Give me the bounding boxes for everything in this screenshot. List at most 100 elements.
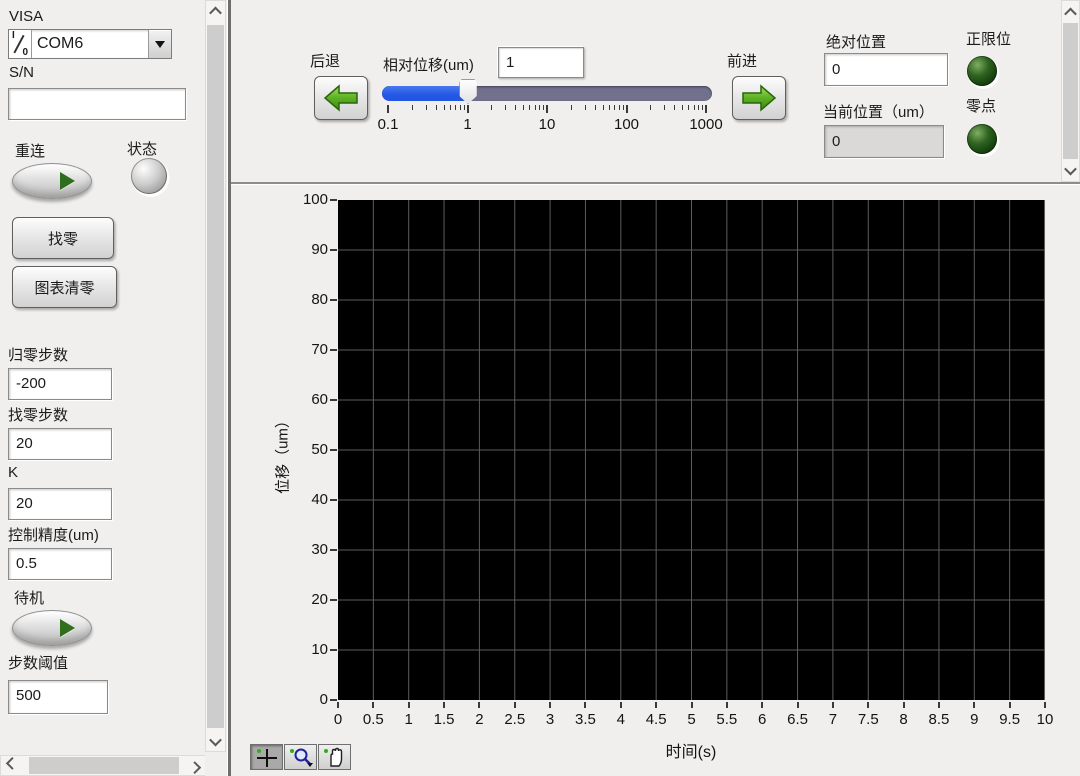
x-axis-tick — [1009, 702, 1011, 708]
slider-minor-tick — [682, 105, 683, 110]
slider-minor-tick — [702, 105, 703, 110]
x-axis-tick-label: 4.5 — [636, 711, 676, 728]
reconnect-label: 重连 — [15, 140, 45, 161]
slider-major-tick — [387, 105, 389, 113]
zero-return-steps-label: 归零步数 — [8, 344, 68, 365]
slider-minor-tick — [688, 105, 689, 110]
graph-palette-pan-button[interactable] — [318, 744, 351, 770]
visa-resource-combo[interactable]: I 0 COM6 — [8, 29, 172, 59]
plot-area — [338, 200, 1045, 700]
slider-minor-tick — [436, 105, 437, 110]
scroll-right-button[interactable] — [185, 756, 205, 775]
slider-minor-tick — [571, 105, 572, 110]
step-threshold-field[interactable]: 500 — [8, 680, 108, 714]
toggle-arrow-icon — [60, 172, 75, 190]
k-field[interactable]: 20 — [8, 488, 112, 520]
graph-palette-crosshair-button[interactable] — [250, 744, 283, 770]
positive-limit-label: 正限位 — [966, 28, 1011, 49]
slider-minor-tick — [674, 105, 675, 110]
forward-button[interactable] — [732, 76, 786, 120]
chevron-up-icon — [209, 6, 222, 19]
visa-dropdown-button[interactable] — [148, 30, 171, 58]
scroll-up-button[interactable] — [206, 1, 225, 21]
green-arrow-right-icon — [741, 84, 777, 112]
slider-minor-tick — [535, 105, 536, 110]
slider-minor-tick — [614, 105, 615, 110]
slider-fill — [382, 86, 468, 101]
absolute-position-field[interactable]: 0 — [824, 53, 948, 86]
left-vertical-scrollbar[interactable] — [205, 0, 226, 752]
current-position-label: 当前位置（um） — [823, 101, 934, 122]
x-axis-tick — [655, 702, 657, 708]
slider-major-tick — [705, 105, 707, 113]
zero-return-steps-field[interactable]: -200 — [8, 368, 112, 400]
relative-displacement-value[interactable]: 1 — [498, 47, 584, 78]
chart-clear-button[interactable]: 图表清零 — [12, 266, 117, 308]
x-axis-tick — [372, 702, 374, 708]
x-axis-tick-label: 8 — [884, 711, 924, 728]
visa-label: VISA — [9, 8, 43, 25]
forward-label: 前进 — [727, 50, 757, 71]
slider-minor-tick — [698, 105, 699, 110]
absolute-position-label: 绝对位置 — [826, 31, 886, 52]
top-panel-vertical-scrollbar[interactable] — [1061, 0, 1080, 182]
slider-minor-tick — [515, 105, 516, 110]
find-zero-steps-field[interactable]: 20 — [8, 428, 112, 460]
slider-minor-tick — [444, 105, 445, 110]
vertical-scroll-thumb[interactable] — [207, 25, 224, 728]
x-axis-tick-label: 5 — [672, 711, 712, 728]
y-axis-tick-label: 20 — [283, 591, 328, 608]
graph-palette-zoom-button[interactable] — [284, 744, 317, 770]
sn-label: S/N — [9, 64, 34, 81]
x-axis-tick — [478, 702, 480, 708]
x-axis-tick — [903, 702, 905, 708]
control-precision-label: 控制精度(um) — [8, 524, 99, 545]
x-axis-tick — [337, 702, 339, 708]
relative-displacement-label: 相对位移(um) — [383, 54, 474, 75]
horizontal-splitter[interactable] — [231, 182, 1080, 184]
slider-minor-tick — [491, 105, 492, 110]
slider-minor-tick — [543, 105, 544, 110]
x-axis-tick-label: 1.5 — [424, 711, 464, 728]
x-axis-tick-label: 2 — [459, 711, 499, 728]
x-axis-title: 时间(s) — [611, 738, 771, 762]
x-axis-tick — [584, 702, 586, 708]
x-axis-tick-label: 5.5 — [707, 711, 747, 728]
y-axis-tick-label: 10 — [283, 641, 328, 658]
step-threshold-label: 步数阈值 — [8, 652, 68, 673]
x-axis-tick — [761, 702, 763, 708]
y-axis-tick-label: 90 — [283, 241, 328, 258]
slider-minor-tick — [523, 105, 524, 110]
reconnect-toggle[interactable] — [12, 163, 92, 199]
find-zero-button[interactable]: 找零 — [12, 217, 114, 259]
vertical-scroll-thumb[interactable] — [1063, 23, 1078, 159]
status-label: 状态 — [127, 138, 157, 159]
back-button[interactable] — [314, 76, 368, 120]
slider-minor-tick — [664, 105, 665, 110]
x-axis-tick — [797, 702, 799, 708]
slider-major-tick — [626, 105, 628, 113]
scroll-down-button[interactable] — [1062, 161, 1079, 179]
slider-minor-tick — [595, 105, 596, 110]
horizontal-scroll-thumb[interactable] — [29, 757, 179, 774]
left-horizontal-scrollbar[interactable] — [0, 755, 205, 776]
left-panel: VISA I 0 COM6 S/N 重连 状态 找零 图表清零 归零步数 -20… — [0, 0, 205, 776]
sn-field[interactable] — [8, 88, 186, 120]
find-zero-steps-label: 找零步数 — [8, 404, 68, 425]
y-axis-tick-label: 60 — [283, 391, 328, 408]
y-axis-tick-label: 50 — [283, 441, 328, 458]
scroll-up-button[interactable] — [1062, 3, 1079, 21]
scroll-left-button[interactable] — [1, 756, 21, 775]
control-precision-field[interactable]: 0.5 — [8, 548, 112, 580]
visa-value[interactable]: COM6 — [32, 30, 148, 58]
y-axis-tick-label: 70 — [283, 341, 328, 358]
x-axis-tick — [408, 702, 410, 708]
y-axis-tick-label: 100 — [283, 191, 328, 208]
chevron-down-icon — [1064, 162, 1077, 175]
standby-toggle[interactable] — [12, 610, 92, 646]
zero-point-label: 零点 — [966, 95, 996, 116]
x-axis-tick-label: 2.5 — [495, 711, 535, 728]
slider-minor-tick — [412, 105, 413, 110]
scroll-down-button[interactable] — [206, 731, 225, 751]
x-axis-tick-label: 7.5 — [848, 711, 888, 728]
